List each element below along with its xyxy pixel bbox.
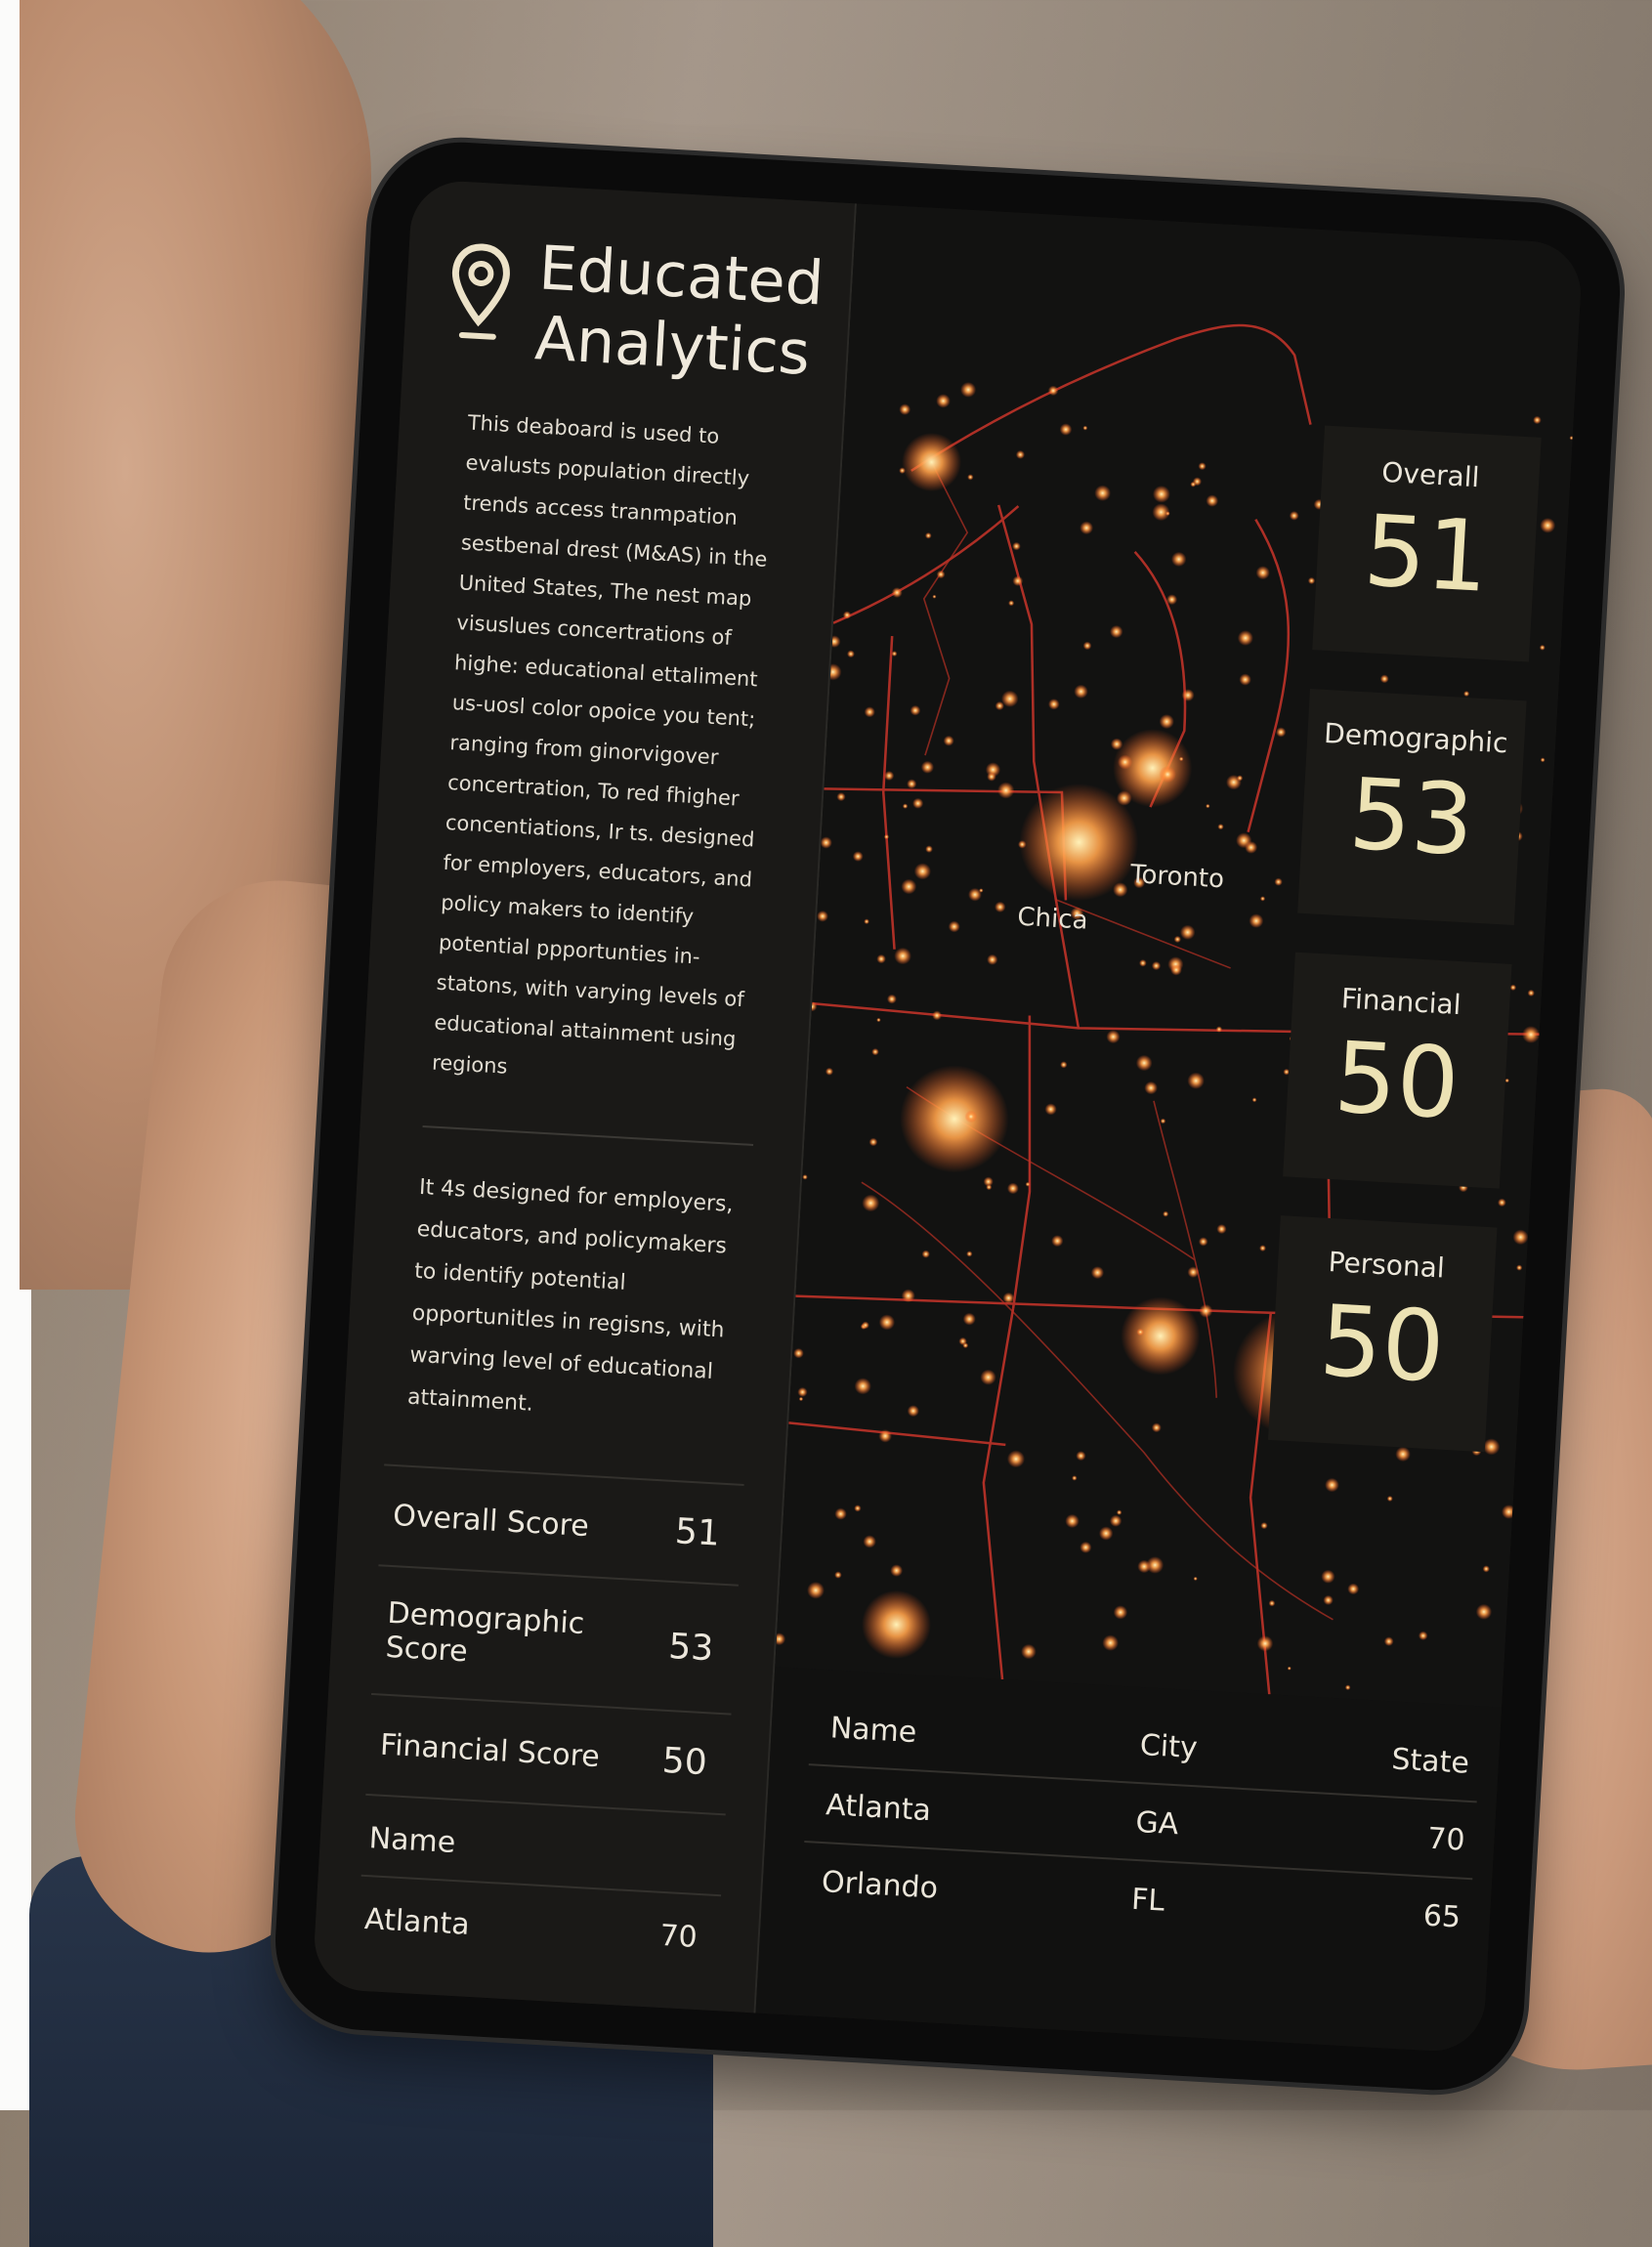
score-row-demographic[interactable]: Demographic Score 53 [371, 1564, 739, 1714]
app-title: Educated Analytics [532, 232, 826, 389]
stat-card-financial[interactable]: Financial 50 [1283, 952, 1512, 1189]
column-header-name: Name [367, 1821, 457, 1861]
stat-label: Overall [1380, 455, 1481, 494]
score-value: 51 [673, 1511, 721, 1554]
stat-label: Financial [1340, 982, 1462, 1022]
cell-state: 70 [1426, 1821, 1466, 1858]
column-header-state[interactable]: State [1333, 1739, 1470, 1780]
score-value: 53 [667, 1626, 715, 1669]
description-paragraph-2: It 4s designed for employers, educators,… [406, 1174, 735, 1417]
city-label-chicago: Chica [1016, 902, 1089, 936]
stat-value: 50 [1331, 1020, 1462, 1142]
row-name: Atlanta [363, 1901, 471, 1942]
cell-name: Orlando [821, 1865, 939, 1906]
tablet: Educated Analytics This deaboard is used… [270, 137, 1626, 2096]
column-header-name[interactable]: Name [829, 1711, 1141, 1762]
column-header-city[interactable]: City [1139, 1728, 1334, 1773]
dashboard-screen: Educated Analytics This deaboard is used… [312, 178, 1584, 2055]
cell-city: GA [1134, 1804, 1180, 1843]
brand-header: Educated Analytics [445, 228, 826, 389]
app-title-line-2: Analytics [532, 302, 812, 389]
row-value: 70 [658, 1918, 699, 1955]
stat-card-demographic[interactable]: Demographic 53 [1297, 689, 1527, 926]
score-row-financial[interactable]: Financial Score 50 [365, 1692, 732, 1814]
score-label: Demographic Score [384, 1595, 586, 1670]
stat-label: Personal [1327, 1246, 1446, 1285]
location-pin-icon [446, 241, 513, 350]
heat-map[interactable] [775, 203, 1584, 1708]
score-list: Overall Score 51 Demographic Score 53 Fi… [365, 1463, 744, 1814]
right-table: Name City State Atlanta GA 70 Orlando FL… [761, 1686, 1501, 1956]
stat-card-overall[interactable]: Overall 51 [1312, 425, 1542, 662]
cell-state: 65 [1421, 1898, 1461, 1935]
score-row-overall[interactable]: Overall Score 51 [378, 1463, 744, 1585]
stat-value: 50 [1316, 1283, 1448, 1405]
score-value: 50 [660, 1740, 708, 1784]
stat-value: 51 [1361, 492, 1492, 615]
score-label: Financial Score [379, 1727, 601, 1775]
city-label-toronto: Toronto [1129, 860, 1225, 895]
cell-name: Atlanta [825, 1788, 932, 1829]
score-label: Overall Score [392, 1498, 590, 1545]
stat-value: 53 [1346, 756, 1477, 878]
stat-card-personal[interactable]: Personal 50 [1268, 1215, 1498, 1453]
description-paragraph-1: This deaboard is used to evalusts popula… [431, 410, 768, 1079]
cell-city: FL [1130, 1882, 1166, 1919]
left-table: Name Atlanta 70 [357, 1793, 726, 1976]
divider [422, 1125, 754, 1146]
stat-label: Demographic [1323, 716, 1509, 760]
map-panel[interactable]: Toronto Chica Overall 51 Demographic 53 … [755, 203, 1584, 2055]
